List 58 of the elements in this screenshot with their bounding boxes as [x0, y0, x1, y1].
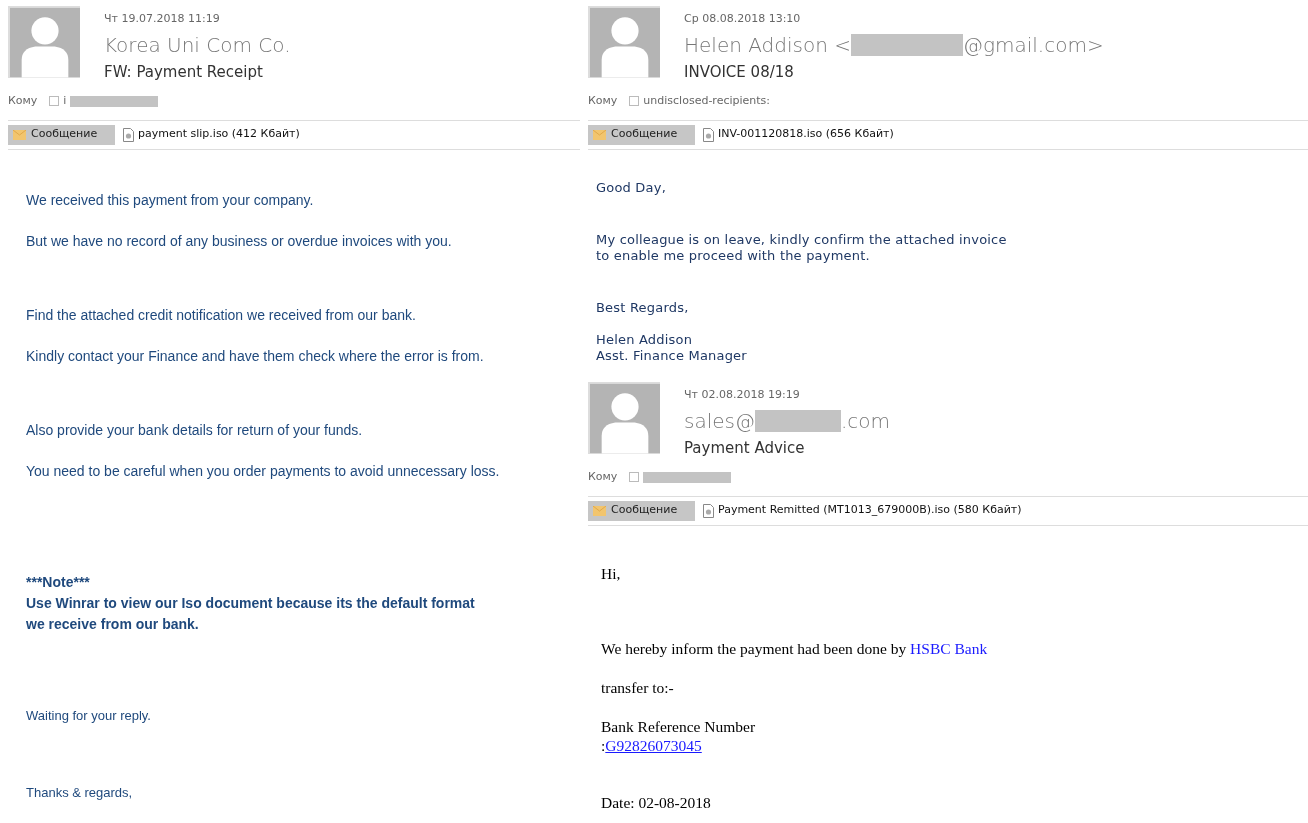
attachment-link[interactable]: INV-001120818.iso (656 Кбайт) — [703, 126, 894, 143]
body-text: :G92826073045 — [601, 735, 703, 755]
body-text: My colleague is on leave, kindly confirm the attached invoice — [596, 231, 1008, 248]
body-text: Use Winrar to view our Iso document because its the default format — [26, 593, 476, 613]
envelope-icon — [593, 129, 606, 140]
avatar — [8, 6, 80, 78]
avatar — [588, 6, 660, 78]
body-text: Find the attached credit notification we received from our bank. — [26, 305, 417, 325]
body-text: But we have no record of any business or overdue invoices with you. — [26, 231, 453, 251]
body-text: to enable me proceed with the payment. — [596, 247, 871, 264]
subject-line: FW: Payment Receipt — [104, 61, 264, 83]
subject-line: Payment Advice — [684, 437, 806, 459]
body-text: Asst. Finance Manager — [596, 347, 748, 364]
message-tab[interactable]: Сообщение — [588, 124, 695, 145]
message-tab[interactable]: Сообщение — [588, 500, 695, 521]
envelope-icon — [593, 505, 606, 516]
subject-line: INVOICE 08/18 — [684, 61, 795, 83]
body-text: Date: 02-08-2018 — [601, 792, 712, 812]
file-icon — [703, 503, 714, 518]
body-text: Also provide your bank details for return of your funds. — [26, 420, 364, 440]
body-text: We hereby inform the payment had been done by HSBC Bank — [601, 638, 989, 658]
envelope-icon — [13, 129, 26, 140]
contact-box-icon — [629, 96, 640, 107]
to-label: Кому — [588, 469, 618, 485]
body-text: Helen Addison — [596, 331, 694, 348]
body-text: transfer to:- — [601, 677, 675, 697]
sender-name: @gmail.com> — [962, 31, 1104, 58]
sender-name: Helen Addison < — [684, 31, 851, 58]
attachment-link[interactable]: payment slip.iso (412 Кбайт) — [123, 126, 300, 143]
date-label: Чт 19.07.2018 11:19 — [104, 11, 221, 27]
body-text: Best Regards, — [596, 299, 690, 316]
file-icon — [123, 127, 134, 142]
body-text: Bank Reference Number — [601, 716, 757, 736]
recipient-label: undisclosed-recipients: — [643, 93, 771, 109]
body-text: ***Note*** — [26, 572, 91, 592]
reference-link[interactable]: G92826073045 — [605, 736, 702, 754]
sender-name: Korea Uni Com Co. — [104, 31, 291, 58]
recipient-label: i — [63, 93, 67, 109]
body-text: Waiting for your reply. — [26, 706, 152, 725]
to-label: Кому — [588, 93, 618, 109]
to-label: Кому — [8, 93, 38, 109]
body-text: Hi, — [601, 563, 622, 583]
message-tab[interactable]: Сообщение — [8, 124, 115, 145]
body-text: Thanks & regards, — [26, 783, 134, 802]
contact-box-icon — [629, 472, 640, 483]
body-text: You need to be careful when you order payments to avoid unnecessary loss. — [26, 461, 501, 481]
file-icon — [703, 127, 714, 142]
body-text: Kindly contact your Finance and have them check where the error is from. — [26, 346, 485, 366]
body-text: We received this payment from your company. — [26, 190, 315, 210]
contact-box-icon — [49, 96, 60, 107]
date-label: Чт 02.08.2018 19:19 — [684, 387, 801, 403]
attachment-link[interactable]: Payment Remitted (MT1013_679000B).iso (580 Кбайт) — [703, 502, 1022, 519]
body-text: Good Day, — [596, 179, 667, 196]
sender-name: sales@ — [684, 407, 755, 434]
avatar — [588, 382, 660, 454]
body-text: we receive from our bank. — [26, 614, 200, 634]
sender-name: .com — [840, 407, 891, 434]
date-label: Ср 08.08.2018 13:10 — [684, 11, 802, 27]
